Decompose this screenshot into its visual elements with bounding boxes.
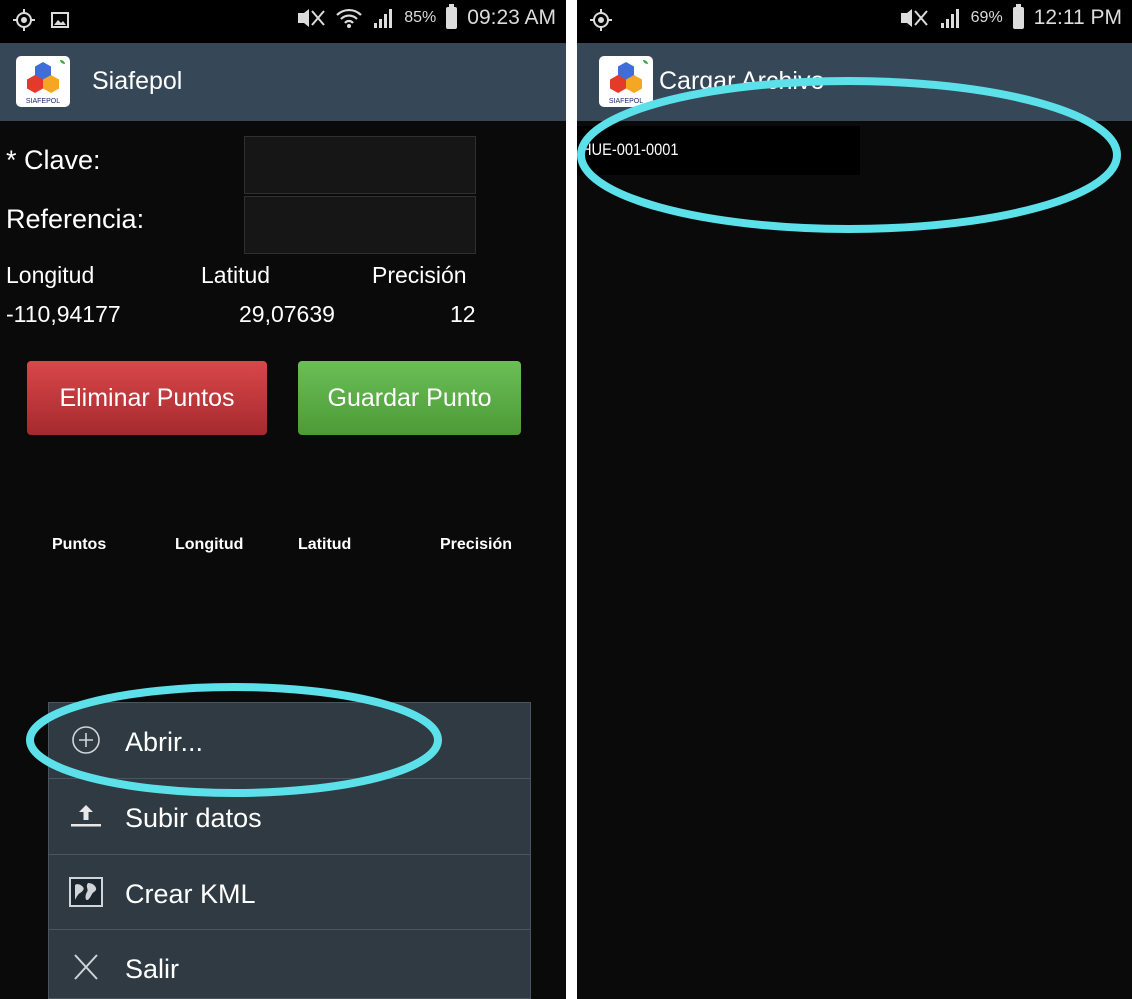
battery-icon	[1012, 4, 1024, 29]
menu-item-salir[interactable]: Salir	[49, 929, 530, 999]
svg-text:SIAFEPOL: SIAFEPOL	[609, 98, 643, 105]
clave-label: * Clave:	[6, 145, 101, 175]
file-name: HUE-001-0001	[581, 140, 679, 159]
battery-icon	[446, 4, 458, 29]
clock: 09:23 AM	[467, 6, 556, 29]
status-bar: 85% 09:23 AM	[0, 0, 566, 43]
menu-item-label: Abrir...	[125, 727, 204, 757]
action-bar: SIAFEPOL Siafepol	[0, 43, 566, 121]
mute-icon	[298, 9, 325, 27]
close-icon	[74, 954, 98, 980]
mute-icon	[900, 9, 928, 27]
gps-icon	[590, 9, 612, 31]
upload-icon	[71, 805, 101, 827]
app-logo[interactable]: SIAFEPOL	[16, 56, 70, 107]
options-menu: Abrir... Subir datos Crear KML Salir	[48, 702, 531, 999]
table-header-latitud: Latitud	[298, 536, 352, 553]
referencia-input[interactable]	[244, 196, 476, 254]
latitud-value: 29,07639	[239, 301, 335, 327]
delete-points-button[interactable]: Eliminar Puntos	[27, 361, 267, 435]
latitud-header: Latitud	[201, 262, 271, 288]
battery-percent: 85%	[404, 9, 437, 26]
file-list-item[interactable]: HUE-001-0001	[577, 126, 860, 175]
map-icon	[69, 877, 103, 907]
status-bar: 69% 12:11 PM	[577, 0, 1132, 43]
precision-header: Precisión	[372, 262, 467, 288]
menu-item-label: Crear KML	[125, 879, 256, 909]
menu-item-label: Salir	[125, 954, 180, 984]
app-title: Cargar Archivo	[659, 67, 825, 95]
clock: 12:11 PM	[1033, 6, 1122, 29]
menu-item-abrir[interactable]: Abrir...	[49, 703, 530, 778]
right-screen: 69% 12:11 PM SIAFEPOL Cargar Archivo HUE…	[577, 0, 1132, 999]
table-header-longitud: Longitud	[175, 536, 244, 553]
save-point-button[interactable]: Guardar Punto	[298, 361, 521, 435]
signal-icon	[374, 9, 393, 28]
svg-text:SIAFEPOL: SIAFEPOL	[26, 98, 60, 105]
wifi-icon	[336, 8, 363, 28]
clave-input[interactable]	[244, 136, 476, 194]
signal-icon	[940, 9, 959, 28]
app-title: Siafepol	[92, 67, 183, 95]
precision-value: 12	[450, 301, 476, 327]
action-bar: SIAFEPOL Cargar Archivo	[577, 43, 1132, 121]
menu-item-subir-datos[interactable]: Subir datos	[49, 778, 530, 854]
menu-item-crear-kml[interactable]: Crear KML	[49, 854, 530, 930]
add-circle-icon	[72, 726, 100, 754]
longitud-value: -110,94177	[6, 301, 121, 327]
longitud-header: Longitud	[6, 262, 95, 288]
table-header-puntos: Puntos	[52, 536, 107, 553]
app-logo[interactable]: SIAFEPOL	[599, 56, 653, 107]
referencia-label: Referencia:	[6, 204, 145, 234]
table-header-precision: Precisión	[440, 536, 513, 553]
image-notification-icon	[51, 12, 69, 28]
menu-item-label: Subir datos	[125, 803, 262, 833]
left-screen: 85% 09:23 AM SIAFEPOL Siafepol * Clave: …	[0, 0, 566, 999]
gps-icon	[13, 9, 35, 31]
battery-percent: 69%	[970, 9, 1003, 26]
